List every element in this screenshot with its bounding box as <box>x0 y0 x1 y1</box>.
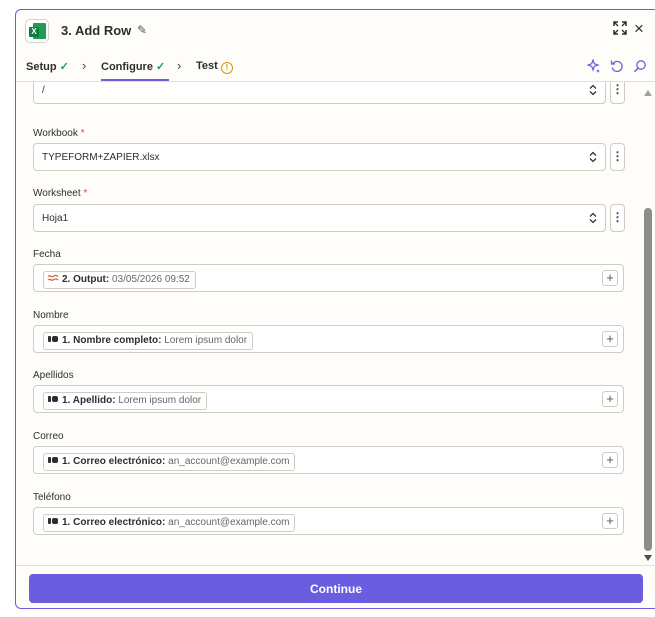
tab-setup[interactable]: Setup ✓ <box>26 60 69 73</box>
worksheet-label: Worksheet * <box>33 188 88 199</box>
apellidos-add-button[interactable]: + <box>602 391 618 407</box>
correo-mapped-pill[interactable]: 1. Correo electrónico: an_account@exampl… <box>43 453 296 471</box>
undo-icon[interactable] <box>610 59 624 73</box>
fecha-label: Fecha <box>33 249 61 260</box>
tab-configure[interactable]: Configure ✓ <box>101 60 165 73</box>
search-icon[interactable] <box>633 59 647 73</box>
step-header: X 3. Add Row ✎ × <box>16 10 655 51</box>
tab-test-label: Test <box>196 60 218 72</box>
apellidos-input[interactable]: 1. Apellido: Lorem ipsum dolor + <box>33 385 624 413</box>
typeform-icon <box>48 457 58 463</box>
microsoft-excel-icon: X <box>25 19 49 43</box>
fecha-add-button[interactable]: + <box>602 270 618 286</box>
workbook-select-value: TYPEFORM+ZAPIER.xlsx <box>42 152 160 163</box>
correo-add-button[interactable]: + <box>602 452 618 468</box>
worksheet-more-button[interactable]: ⋮ <box>610 204 625 232</box>
tab-test[interactable]: Test! <box>196 60 233 74</box>
ai-sparkle-icon[interactable] <box>587 59 601 73</box>
step-editor-panel: X 3. Add Row ✎ × Setup ✓ › Configure ✓ › T… <box>15 9 655 609</box>
edit-pencil-icon[interactable]: ✎ <box>137 23 147 37</box>
workbook-more-button[interactable]: ⋮ <box>610 143 625 171</box>
workbook-label: Workbook * <box>33 128 85 139</box>
telefono-mapped-pill[interactable]: 1. Correo electrónico: an_account@exampl… <box>43 514 296 532</box>
apellidos-mapped-pill[interactable]: 1. Apellido: Lorem ipsum dolor <box>43 392 208 410</box>
close-icon[interactable]: × <box>634 19 644 39</box>
chevron-right-icon: › <box>177 58 182 73</box>
drive-select[interactable]: / <box>33 82 606 104</box>
typeform-icon <box>48 518 58 524</box>
typeform-icon <box>48 336 58 342</box>
worksheet-select[interactable]: Hoja1 <box>33 204 606 232</box>
telefono-input[interactable]: 1. Correo electrónico: an_account@exampl… <box>33 507 624 535</box>
worksheet-select-value: Hoja1 <box>42 213 69 224</box>
scrollbar-thumb[interactable] <box>644 208 652 551</box>
fecha-mapped-pill[interactable]: 2. Output: 03/05/2026 09:52 <box>43 271 196 289</box>
step-tabs: Setup ✓ › Configure ✓ › Test! <box>16 51 655 82</box>
nombre-label: Nombre <box>33 310 69 321</box>
telefono-add-button[interactable]: + <box>602 513 618 529</box>
check-icon: ✓ <box>59 61 69 73</box>
tab-configure-label: Configure <box>101 61 153 73</box>
tab-setup-label: Setup <box>26 61 57 73</box>
telefono-label: Teléfono <box>33 492 71 503</box>
correo-label: Correo <box>33 431 64 442</box>
workbook-select[interactable]: TYPEFORM+ZAPIER.xlsx <box>33 143 606 171</box>
chevron-updown-icon <box>589 212 597 224</box>
nombre-input[interactable]: 1. Nombre completo: Lorem ipsum dolor + <box>33 325 624 353</box>
scroll-up-arrow-icon[interactable] <box>644 90 652 96</box>
step-title[interactable]: 3. Add Row <box>61 23 131 38</box>
chevron-right-icon: › <box>82 58 87 73</box>
nombre-mapped-pill[interactable]: 1. Nombre completo: Lorem ipsum dolor <box>43 332 254 350</box>
active-tab-indicator <box>101 79 169 81</box>
form-content: / ⋮ Workbook * TYPEFORM+ZAPIER.xlsx ⋮ Wo… <box>16 82 655 565</box>
expand-icon[interactable] <box>613 21 627 35</box>
nombre-add-button[interactable]: + <box>602 331 618 347</box>
footer: Continue <box>16 565 655 608</box>
chevron-updown-icon <box>589 151 597 163</box>
apellidos-label: Apellidos <box>33 370 74 381</box>
correo-input[interactable]: 1. Correo electrónico: an_account@exampl… <box>33 446 624 474</box>
chevron-updown-icon <box>589 84 597 96</box>
fecha-input[interactable]: 2. Output: 03/05/2026 09:52 + <box>33 264 624 292</box>
continue-button[interactable]: Continue <box>29 574 643 603</box>
typeform-icon <box>48 396 58 402</box>
warning-icon: ! <box>220 62 233 74</box>
drive-select-value: / <box>42 85 45 96</box>
scroll-down-arrow-icon[interactable] <box>644 555 652 561</box>
drive-more-button[interactable]: ⋮ <box>610 82 625 104</box>
formatter-icon <box>47 274 59 281</box>
check-icon: ✓ <box>155 61 166 73</box>
